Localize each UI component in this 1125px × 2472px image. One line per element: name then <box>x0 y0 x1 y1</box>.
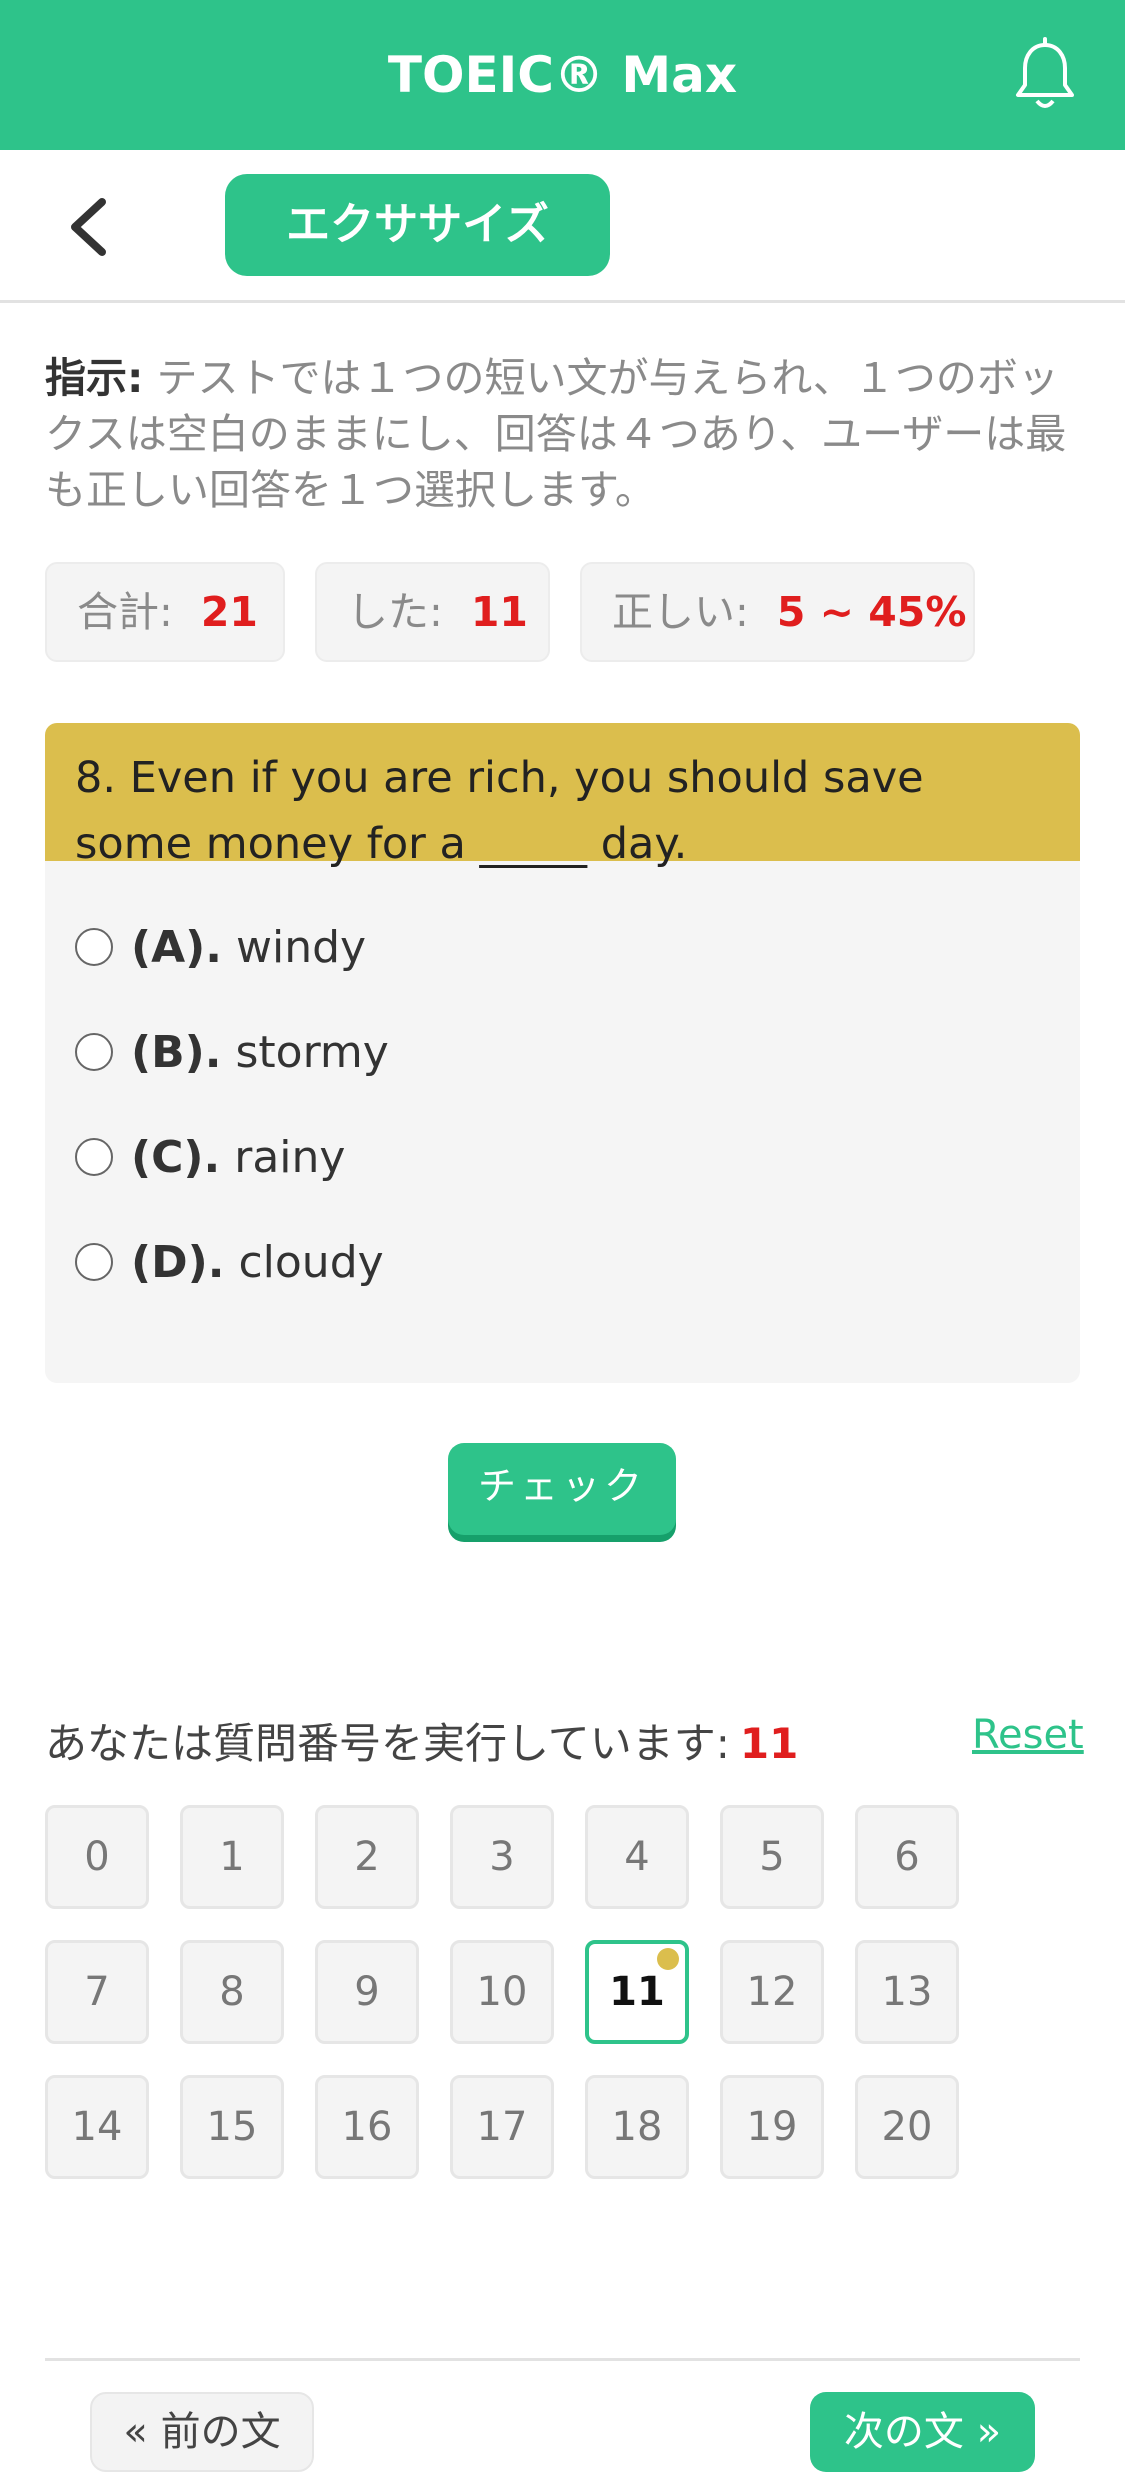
option-a[interactable]: (A). windy <box>75 908 366 988</box>
option-c[interactable]: (C). rainy <box>75 1118 345 1198</box>
reset-link[interactable]: Reset <box>972 1712 1084 1758</box>
question-number-button[interactable]: 8 <box>180 1940 284 2044</box>
sub-header: エクササイズ <box>0 150 1125 303</box>
radio-button[interactable] <box>75 928 113 966</box>
option-letter: (B). <box>131 1027 222 1078</box>
question-number-button[interactable]: 15 <box>180 2075 284 2179</box>
question-number-button[interactable]: 20 <box>855 2075 959 2179</box>
progress-current: 11 <box>739 1719 799 1768</box>
check-button[interactable]: チェック <box>448 1443 676 1535</box>
question-number-button[interactable]: 16 <box>315 2075 419 2179</box>
instructions: 指示: テストでは１つの短い文が与えられ、１つのボックスは空白のままにし、回答は… <box>45 350 1085 518</box>
radio-button[interactable] <box>75 1138 113 1176</box>
progress-label: あなたは質問番号を実行しています: 11 <box>45 1710 798 1771</box>
current-indicator-dot <box>657 1948 679 1970</box>
bell-icon[interactable] <box>1005 35 1085 115</box>
question-number-button[interactable]: 7 <box>45 1940 149 2044</box>
question-number-button[interactable]: 1 <box>180 1805 284 1909</box>
question-card: 8. Even if you are rich, you should save… <box>45 723 1080 1383</box>
radio-button[interactable] <box>75 1033 113 1071</box>
stat-total-label: 合計: <box>77 588 173 636</box>
question-number-button[interactable]: 3 <box>450 1805 554 1909</box>
question-number-button[interactable]: 19 <box>720 2075 824 2179</box>
question-number-button[interactable]: 17 <box>450 2075 554 2179</box>
stat-correct: 正しい: 5 ~ 45% <box>580 562 975 662</box>
next-sentence-button[interactable]: 次の文 » <box>810 2392 1035 2472</box>
option-letter: (D). <box>131 1237 225 1288</box>
option-text: cloudy <box>238 1237 384 1288</box>
question-number-button[interactable]: 13 <box>855 1940 959 2044</box>
option-letter: (A). <box>131 922 222 973</box>
question-number-button[interactable]: 2 <box>315 1805 419 1909</box>
option-letter: (C). <box>131 1132 221 1183</box>
instructions-text: テストでは１つの短い文が与えられ、１つのボックスは空白のままにし、回答は４つあり… <box>45 354 1067 514</box>
radio-button[interactable] <box>75 1243 113 1281</box>
question-number-button[interactable]: 9 <box>315 1940 419 2044</box>
option-text: stormy <box>235 1027 389 1078</box>
stat-done: した: 11 <box>315 562 550 662</box>
question-number-button[interactable]: 4 <box>585 1805 689 1909</box>
stat-done-label: した: <box>347 588 443 636</box>
option-d[interactable]: (D). cloudy <box>75 1223 384 1303</box>
stat-correct-label: 正しい: <box>612 588 749 636</box>
question-number-button[interactable]: 10 <box>450 1940 554 2044</box>
stat-total-value: 21 <box>200 588 258 636</box>
exercise-tab-button[interactable]: エクササイズ <box>225 174 610 276</box>
question-text: 8. Even if you are rich, you should save… <box>45 723 1080 869</box>
question-number-button[interactable]: 6 <box>855 1805 959 1909</box>
divider <box>45 2358 1080 2361</box>
option-text: rainy <box>234 1132 346 1183</box>
instructions-label: 指示: <box>45 354 144 402</box>
stat-correct-value: 5 ~ 45% <box>776 588 967 636</box>
question-number-button-current[interactable]: 11 <box>585 1940 689 2044</box>
question-number-button[interactable]: 12 <box>720 1940 824 2044</box>
stat-total: 合計: 21 <box>45 562 285 662</box>
progress-label-text: あなたは質問番号を実行しています: <box>45 1719 730 1768</box>
option-b[interactable]: (B). stormy <box>75 1013 389 1093</box>
question-number-button[interactable]: 14 <box>45 2075 149 2179</box>
previous-sentence-button[interactable]: « 前の文 <box>90 2392 314 2472</box>
option-text: windy <box>236 922 367 973</box>
back-arrow-icon[interactable] <box>60 192 120 262</box>
stat-done-value: 11 <box>470 588 528 636</box>
question-number-button[interactable]: 5 <box>720 1805 824 1909</box>
question-number-button[interactable]: 0 <box>45 1805 149 1909</box>
question-number-label: 11 <box>609 1969 665 2015</box>
app-header: TOEIC® Max <box>0 0 1125 150</box>
app-title: TOEIC® Max <box>387 46 738 104</box>
question-number-button[interactable]: 18 <box>585 2075 689 2179</box>
